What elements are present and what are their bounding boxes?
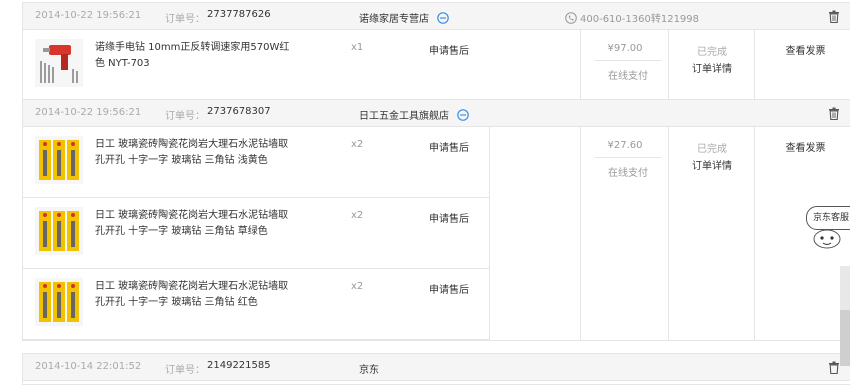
amount-column: ¥97.00 在线支付 bbox=[580, 30, 669, 100]
order-detail-link[interactable]: 订单详情 bbox=[669, 60, 755, 75]
shop-name[interactable]: 诺缘家居专营店 bbox=[359, 14, 429, 25]
trash-icon[interactable] bbox=[828, 361, 840, 374]
chat-bubble-icon[interactable] bbox=[457, 109, 469, 121]
shop-link[interactable]: 诺缘家居专营店 bbox=[359, 10, 449, 25]
shop-link[interactable]: 日工五金工具旗舰店 bbox=[359, 107, 469, 122]
product-quantity: x2 bbox=[351, 210, 364, 221]
order-body: 诺缘手电钻 10mm正反转调速家用570W红色 NYT-703 x1 申请售后 … bbox=[23, 30, 850, 100]
order-card: 2014-10-22 19:56:21 订单号： 2737787626 诺缘家居… bbox=[22, 2, 850, 101]
order-header: 2014-10-22 19:56:21 订单号： 2737787626 诺缘家居… bbox=[23, 3, 850, 30]
payment-method: 在线支付 bbox=[595, 60, 661, 82]
order-item: 日工 玻璃瓷砖陶瓷花岗岩大理石水泥钻墙取孔开孔 十字一字 玻璃钻 三角钻 草绿色… bbox=[23, 198, 489, 269]
product-quantity: x2 bbox=[351, 281, 364, 292]
product-name[interactable]: 诺缘手电钻 10mm正反转调速家用570W红色 NYT-703 bbox=[95, 40, 295, 72]
product-quantity: x1 bbox=[351, 42, 364, 53]
product-name[interactable]: 日工 玻璃瓷砖陶瓷花岗岩大理石水泥钻墙取孔开孔 十字一字 玻璃钻 三角钻 草绿色 bbox=[95, 208, 295, 240]
customer-service-widget[interactable]: 京东客服 bbox=[806, 206, 850, 249]
order-amount: ¥97.00 bbox=[607, 43, 643, 54]
order-item: 日工 玻璃瓷砖陶瓷花岗岩大理石水泥钻墙取孔开孔 十字一字 玻璃钻 三角钻 红色 … bbox=[23, 269, 489, 340]
view-invoice-link[interactable]: 查看发票 bbox=[755, 42, 850, 57]
product-name[interactable]: 日工 玻璃瓷砖陶瓷花岗岩大理石水泥钻墙取孔开孔 十字一字 玻璃钻 三角钻 浅黄色 bbox=[95, 137, 295, 169]
order-number-label: 订单号： bbox=[165, 14, 205, 25]
side-toolbar-handle[interactable] bbox=[840, 310, 850, 366]
status-column: 已完成 订单详情 bbox=[668, 30, 755, 100]
view-invoice-link[interactable]: 查看发票 bbox=[755, 139, 850, 154]
order-time: 2014-10-22 19:56:21 bbox=[35, 10, 142, 21]
product-thumbnail[interactable] bbox=[35, 207, 83, 255]
customer-service-label[interactable]: 京东客服 bbox=[806, 206, 850, 230]
shop-phone: 400-610-1360转121998 bbox=[565, 10, 699, 25]
order-header: 2014-10-14 22:01:52 订单号： 2149221585 京东 bbox=[23, 354, 850, 381]
order-number-label: 订单号： bbox=[165, 365, 205, 376]
order-number: 2737678307 bbox=[207, 106, 271, 117]
product-quantity: x2 bbox=[351, 139, 364, 150]
order-item: 日工 玻璃瓷砖陶瓷花岗岩大理石水泥钻墙取孔开孔 十字一字 玻璃钻 三角钻 浅黄色… bbox=[23, 127, 489, 198]
after-sales-link[interactable]: 申请售后 bbox=[429, 139, 469, 154]
payment-method: 在线支付 bbox=[595, 157, 661, 179]
order-time: 2014-10-14 22:01:52 bbox=[35, 361, 142, 372]
phone-number: 400-610-1360转121998 bbox=[580, 14, 700, 25]
shop-name[interactable]: 日工五金工具旗舰店 bbox=[359, 111, 449, 122]
mascot-icon[interactable] bbox=[812, 228, 842, 250]
order-header: 2014-10-22 19:56:21 订单号： 2737678307 日工五金… bbox=[23, 100, 850, 127]
order-item: 诺缘手电钻 10mm正反转调速家用570W红色 NYT-703 x1 申请售后 bbox=[23, 30, 489, 100]
order-detail-link[interactable]: 订单详情 bbox=[669, 157, 755, 172]
order-card: 2014-10-14 22:01:52 订单号： 2149221585 京东 bbox=[22, 353, 850, 385]
after-sales-link[interactable]: 申请售后 bbox=[429, 210, 469, 225]
after-sales-link[interactable]: 申请售后 bbox=[429, 42, 469, 57]
product-thumbnail[interactable] bbox=[35, 39, 83, 87]
chat-bubble-icon[interactable] bbox=[437, 12, 449, 24]
trash-icon[interactable] bbox=[828, 10, 840, 23]
product-name[interactable]: 日工 玻璃瓷砖陶瓷花岗岩大理石水泥钻墙取孔开孔 十字一字 玻璃钻 三角钻 红色 bbox=[95, 279, 295, 311]
order-amount: ¥27.60 bbox=[607, 140, 643, 151]
product-thumbnail[interactable] bbox=[35, 136, 83, 184]
items-divider bbox=[489, 127, 490, 340]
invoice-column: 查看发票 bbox=[754, 30, 850, 100]
trash-icon[interactable] bbox=[828, 107, 840, 120]
amount-column: ¥27.60 在线支付 bbox=[580, 127, 669, 340]
order-number: 2737787626 bbox=[207, 9, 271, 20]
product-thumbnail[interactable] bbox=[35, 278, 83, 326]
phone-icon bbox=[565, 12, 577, 24]
order-number-label: 订单号： bbox=[165, 111, 205, 122]
order-time: 2014-10-22 19:56:21 bbox=[35, 107, 142, 118]
order-body: 日工 玻璃瓷砖陶瓷花岗岩大理石水泥钻墙取孔开孔 十字一字 玻璃钻 三角钻 浅黄色… bbox=[23, 127, 850, 340]
status-column: 已完成 订单详情 bbox=[668, 127, 755, 340]
order-card: 2014-10-22 19:56:21 订单号： 2737678307 日工五金… bbox=[22, 99, 850, 341]
order-status: 已完成 bbox=[697, 47, 727, 58]
order-status: 已完成 bbox=[697, 144, 727, 155]
after-sales-link[interactable]: 申请售后 bbox=[429, 281, 469, 296]
shop-name[interactable]: 京东 bbox=[359, 361, 379, 376]
